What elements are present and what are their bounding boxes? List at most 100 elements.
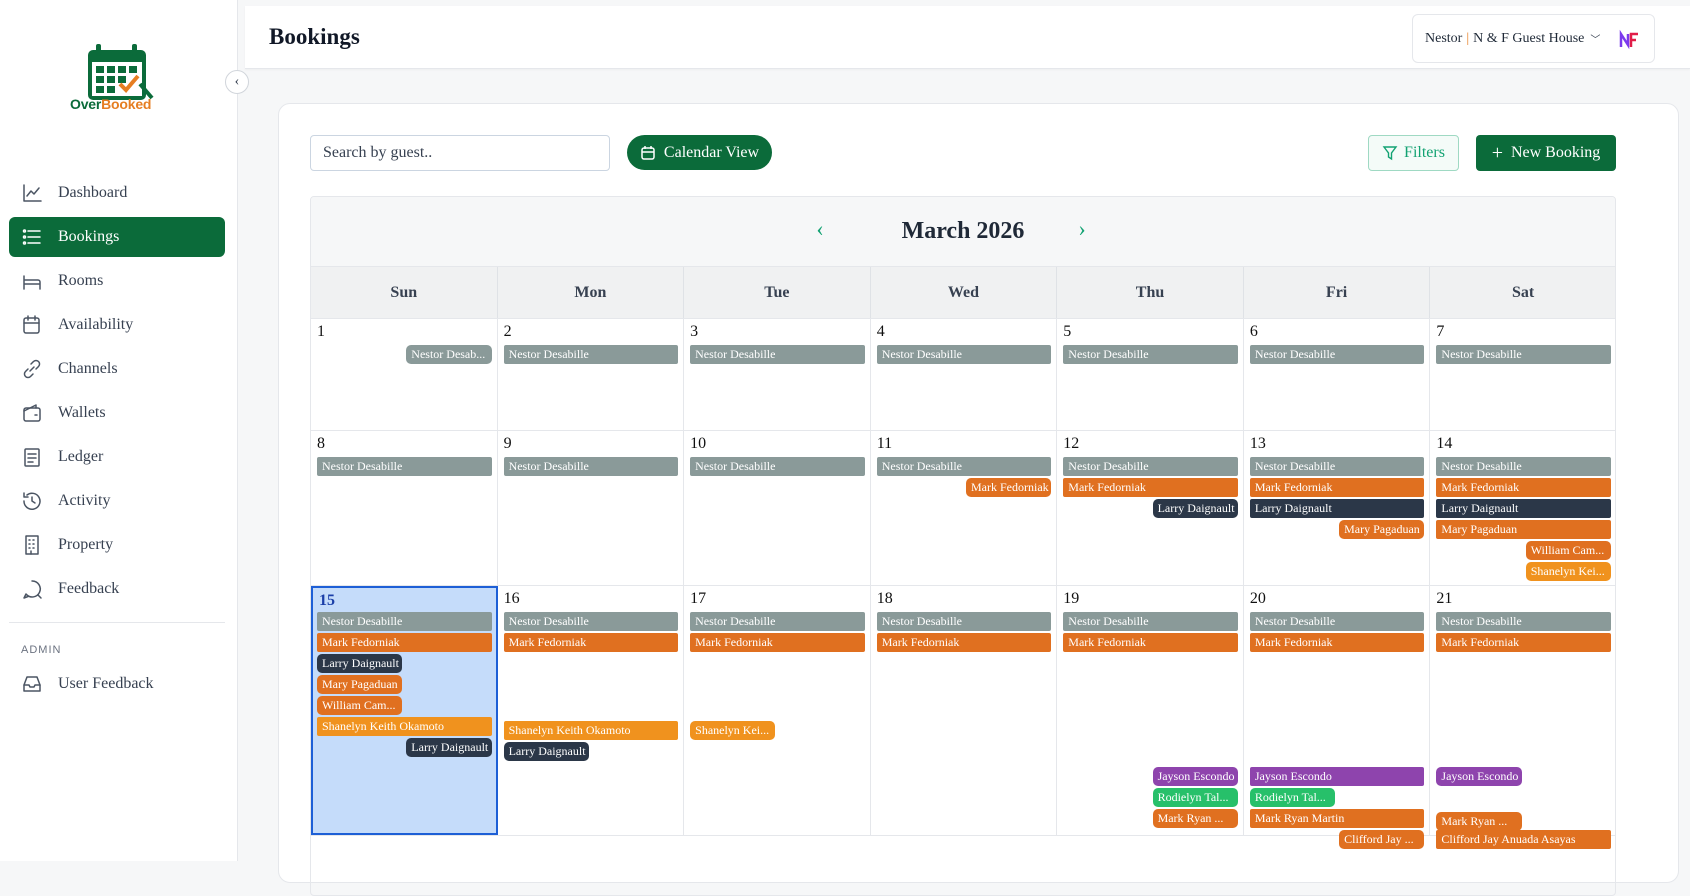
next-month-button[interactable]: › <box>1070 216 1094 241</box>
booking-event[interactable]: Nestor Desabille <box>1249 612 1425 631</box>
admin-section-label: ADMIN <box>21 644 62 656</box>
sidebar-item-availability[interactable]: Availability <box>9 305 225 345</box>
collapse-sidebar-button[interactable]: ‹ <box>225 70 249 94</box>
booking-event[interactable]: Mark Fedorniak <box>1249 478 1425 497</box>
booking-event[interactable]: Mark Ryan ... <box>1152 809 1238 829</box>
calendar-day[interactable]: 3 <box>684 319 871 430</box>
booking-event[interactable]: Jayson Escondo <box>1436 767 1522 787</box>
booking-event[interactable]: Larry Daignault <box>1152 499 1238 518</box>
calendar-day[interactable]: 10 <box>684 431 871 585</box>
booking-event[interactable]: Nestor Desabille <box>503 457 679 476</box>
search-input[interactable] <box>310 135 610 171</box>
booking-event[interactable]: Nestor Desabille <box>690 457 865 476</box>
day-number: 3 <box>690 323 699 340</box>
booking-event[interactable]: Jayson Escondo <box>1249 767 1425 787</box>
booking-event[interactable]: Nestor Desabille <box>1249 345 1425 364</box>
booking-event[interactable]: William Cam... <box>317 696 403 715</box>
calendar-day[interactable]: 5 <box>1057 319 1244 430</box>
booking-event[interactable]: Nestor Desabille <box>1436 457 1611 476</box>
booking-event[interactable]: Mark Fedorniak <box>1436 478 1611 497</box>
booking-event[interactable]: Nestor Desabille <box>876 612 1052 631</box>
calendar-day[interactable]: 1 <box>311 319 498 430</box>
booking-event[interactable]: Nestor Desabille <box>690 345 865 364</box>
sidebar-item-activity[interactable]: Activity <box>9 481 225 521</box>
sidebar-item-property[interactable]: Property <box>9 525 225 565</box>
day-of-week-fri: Fri <box>1244 267 1431 318</box>
calendar-day[interactable]: 6 <box>1244 319 1431 430</box>
booking-event[interactable]: Shanelyn Kei... <box>1525 562 1611 581</box>
day-number: 13 <box>1249 435 1266 452</box>
booking-event[interactable]: Mark Fedorniak <box>966 478 1052 497</box>
booking-event[interactable]: Nestor Desabille <box>690 612 865 631</box>
booking-event[interactable]: Nestor Desabille <box>317 612 492 631</box>
booking-event[interactable]: Nestor Desabille <box>1063 457 1238 476</box>
chevron-left-icon: ‹ <box>816 216 824 241</box>
sidebar: OverBooked Dashboard Bookings Rooms Availab… <box>0 0 238 861</box>
booking-event[interactable]: Mark Fedorniak <box>1436 633 1611 652</box>
booking-event[interactable]: Rodielyn Tal... <box>1152 788 1238 808</box>
booking-event[interactable]: Larry Daignault <box>317 654 403 673</box>
booking-event[interactable]: Nestor Desab... <box>406 345 492 364</box>
booking-event[interactable]: Mark Fedorniak <box>503 633 679 652</box>
prev-month-button[interactable]: ‹ <box>808 216 832 241</box>
booking-event[interactable]: Nestor Desabille <box>503 612 679 631</box>
booking-event[interactable]: Nestor Desabille <box>1063 612 1238 631</box>
calendar-day[interactable]: 9 <box>498 431 685 585</box>
calendar-day[interactable]: 4 <box>871 319 1058 430</box>
booking-event[interactable]: Jayson Escondo <box>1152 767 1238 787</box>
calendar-week: 1 2 3 4 5 6 7 Nestor Desab... Nestor Desabille Ne… <box>311 319 1615 431</box>
booking-event[interactable]: Clifford Jay ... <box>1339 830 1425 850</box>
booking-event[interactable]: Larry Daignault <box>503 742 589 762</box>
booking-event[interactable]: Larry Daignault <box>1436 499 1611 518</box>
booking-event[interactable]: Mark Fedorniak <box>1063 478 1238 497</box>
property-selector[interactable]: Nestor | N & F Guest House ﹀ <box>1412 14 1655 63</box>
booking-event[interactable]: Mark Fedorniak <box>1063 633 1238 652</box>
sidebar-item-dashboard[interactable]: Dashboard <box>9 173 225 213</box>
booking-event[interactable]: Nestor Desabille <box>876 457 1052 476</box>
booking-event[interactable]: Mark Fedorniak <box>1249 633 1425 652</box>
sidebar-item-channels[interactable]: Channels <box>9 349 225 389</box>
booking-event[interactable]: Mary Pagaduan <box>1339 520 1425 539</box>
booking-event[interactable]: Mark Fedorniak <box>876 633 1052 652</box>
calendar-day[interactable]: 11 <box>871 431 1058 585</box>
new-booking-label: New Booking <box>1510 144 1601 161</box>
day-number: 12 <box>1063 435 1080 452</box>
filters-button[interactable]: Filters <box>1368 135 1459 171</box>
booking-event[interactable]: Rodielyn Tal... <box>1249 788 1336 808</box>
calendar-day[interactable]: 8 <box>311 431 498 585</box>
sidebar-item-ledger[interactable]: Ledger <box>9 437 225 477</box>
booking-event[interactable]: Larry Daignault <box>1249 499 1425 518</box>
booking-event[interactable]: Shanelyn Keith Okamoto <box>317 717 492 736</box>
calendar-view-button[interactable]: Calendar View <box>627 135 772 170</box>
calendar-day[interactable]: 7 <box>1430 319 1615 430</box>
booking-event[interactable]: Nestor Desabille <box>503 345 679 364</box>
calendar-day[interactable]: 2 <box>498 319 685 430</box>
booking-event[interactable]: Nestor Desabille <box>1063 345 1238 364</box>
booking-event[interactable]: Mary Pagaduan <box>317 675 403 694</box>
booking-event[interactable]: Shanelyn Kei... <box>690 721 776 741</box>
booking-event[interactable]: Clifford Jay Anuada Asayas <box>1436 830 1611 850</box>
booking-event[interactable]: William Cam... <box>1525 541 1611 560</box>
booking-event[interactable]: Mark Fedorniak <box>690 633 865 652</box>
calendar-week: 8 9 10 11 12 13 14 Nestor Desabille Nestor Desab… <box>311 431 1615 586</box>
calendar-week: 15 16 17 18 19 20 21 Nestor Desabille Nestor Des… <box>311 586 1615 850</box>
booking-event[interactable]: Mark Ryan Martin <box>1249 809 1425 829</box>
sidebar-item-rooms[interactable]: Rooms <box>9 261 225 301</box>
booking-event[interactable]: Nestor Desabille <box>876 345 1052 364</box>
day-number: 14 <box>1436 435 1453 452</box>
new-booking-button[interactable]: + New Booking <box>1476 135 1616 171</box>
sidebar-item-feedback[interactable]: Feedback <box>9 569 225 609</box>
booking-event[interactable]: Nestor Desabille <box>317 457 492 476</box>
sidebar-item-bookings[interactable]: Bookings <box>9 217 225 257</box>
booking-event[interactable]: Nestor Desabille <box>1436 612 1611 631</box>
booking-event[interactable]: Larry Daignault <box>406 738 492 757</box>
sidebar-item-wallets[interactable]: Wallets <box>9 393 225 433</box>
booking-event[interactable]: Nestor Desabille <box>1436 345 1611 364</box>
separator: | <box>1466 30 1470 46</box>
booking-event[interactable]: Mary Pagaduan <box>1436 520 1611 539</box>
booking-event[interactable]: Nestor Desabille <box>1249 457 1425 476</box>
booking-event[interactable]: Mark Fedorniak <box>317 633 492 652</box>
booking-event[interactable]: Mark Ryan ... <box>1436 811 1522 831</box>
booking-event[interactable]: Shanelyn Keith Okamoto <box>503 721 679 741</box>
sidebar-item-user-feedback[interactable]: User Feedback <box>9 664 225 704</box>
